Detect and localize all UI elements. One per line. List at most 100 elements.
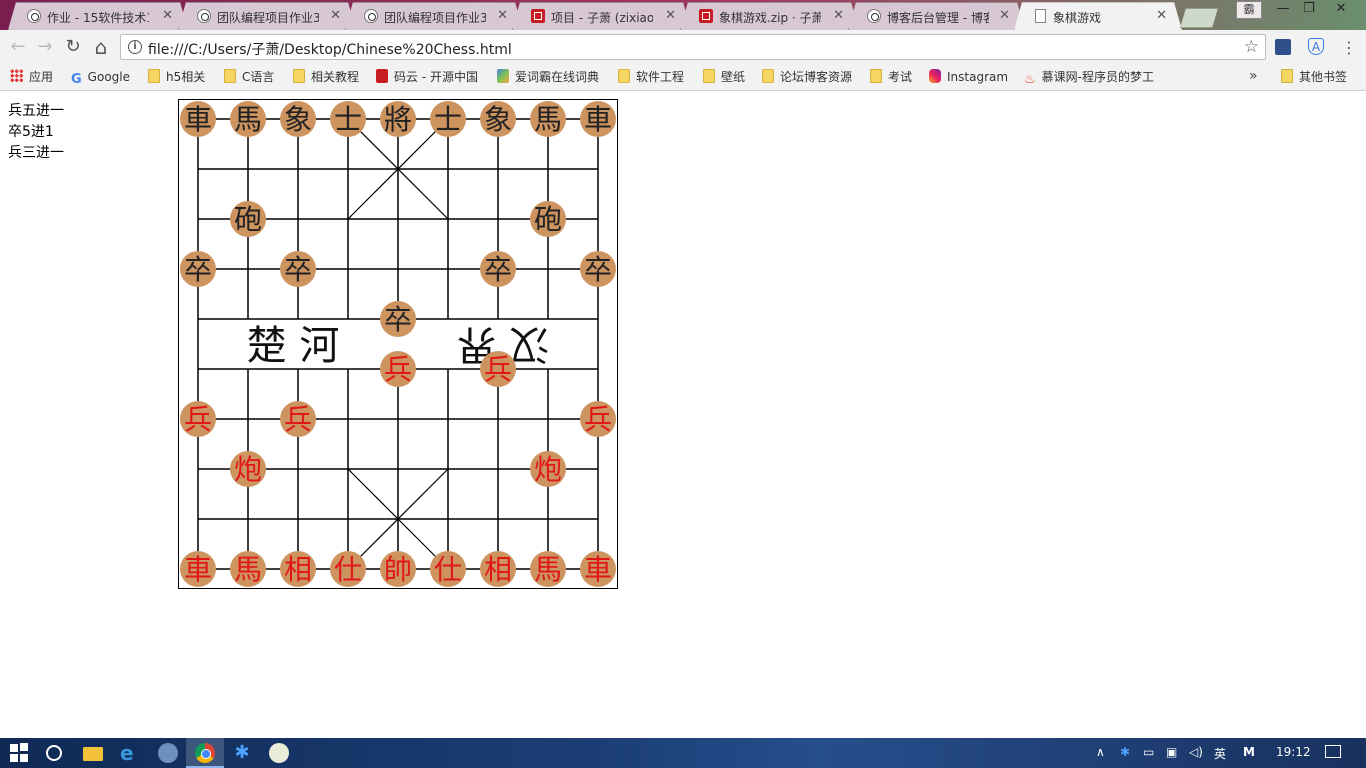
back-button[interactable]: ← xyxy=(8,37,28,57)
pinned-app-icon-2[interactable] xyxy=(269,743,289,763)
chess-piece-label[interactable]: 卒 xyxy=(184,253,212,286)
chess-piece-label[interactable]: 相 xyxy=(284,553,312,586)
bookmark-item[interactable]: 相关教程 xyxy=(293,69,359,87)
input-language[interactable]: 英 xyxy=(1214,745,1226,762)
chess-piece-label[interactable]: 車 xyxy=(584,553,612,586)
chess-board[interactable]: 楚 河汉 界車馬象士將士象馬車砲 砲卒卒卒卒卒兵 兵兵兵兵炮 炮車馬相仕帥仕相馬車 xyxy=(178,99,618,589)
url-text[interactable]: file:///C:/Users/子萧/Desktop/Chinese%20Ch… xyxy=(148,39,512,59)
menu-icon[interactable]: ⋮ xyxy=(1341,38,1357,57)
chess-piece-label[interactable]: 兵 xyxy=(284,403,312,436)
chess-piece-label[interactable]: 象 xyxy=(284,103,312,136)
browser-tab[interactable]: 作业 - 15软件技术1 ✕ xyxy=(8,2,188,30)
bookmark-label: 考试 xyxy=(888,70,913,84)
bookmark-item[interactable]: h5相关 xyxy=(148,69,205,87)
profile-button[interactable]: 霸 xyxy=(1236,1,1262,19)
chess-piece-label[interactable]: 士 xyxy=(434,103,462,136)
bookmark-label: Instagram xyxy=(947,70,1009,84)
action-center-icon[interactable] xyxy=(1325,745,1341,758)
windows-start-icon[interactable] xyxy=(10,743,30,763)
adblock-extension-icon[interactable]: A xyxy=(1308,38,1324,55)
chess-piece-label[interactable]: 象 xyxy=(484,103,512,136)
close-window-button[interactable]: ✕ xyxy=(1326,0,1356,18)
chess-piece-label[interactable]: 兵 xyxy=(584,403,612,436)
chess-piece-label[interactable]: 帥 xyxy=(384,553,412,586)
chess-piece-label[interactable]: 砲 xyxy=(234,203,262,236)
bookmark-item[interactable]: 论坛博客资源 xyxy=(762,69,852,87)
chess-piece-label[interactable]: 卒 xyxy=(284,253,312,286)
browser-tab[interactable]: 团队编程项目作业3 ✕ xyxy=(178,2,356,30)
chess-piece-label[interactable]: 車 xyxy=(584,103,612,136)
clock[interactable]: 19:12 xyxy=(1276,745,1311,759)
chess-piece-label[interactable]: 炮 xyxy=(234,453,262,486)
chess-piece-label[interactable]: 砲 xyxy=(534,203,562,236)
chess-piece-label[interactable]: 將 xyxy=(384,103,412,136)
forward-button[interactable]: → xyxy=(35,37,55,57)
chess-piece-label[interactable]: 馬 xyxy=(534,553,562,586)
file-explorer-icon[interactable] xyxy=(83,747,103,761)
folder-icon xyxy=(703,69,715,83)
chess-piece-label[interactable]: 士 xyxy=(334,103,362,136)
chess-piece-label[interactable]: 馬 xyxy=(234,553,262,586)
bookmark-item[interactable]: G Google xyxy=(71,69,130,87)
folder-icon xyxy=(148,69,160,83)
chess-piece-label[interactable]: 車 xyxy=(184,553,212,586)
chess-piece-label[interactable]: 兵 xyxy=(184,403,212,436)
cortana-search-icon[interactable] xyxy=(46,745,62,761)
reload-button[interactable]: ↻ xyxy=(63,37,83,57)
ime-mode-icon[interactable]: M xyxy=(1243,745,1255,759)
bookmark-item[interactable]: 考试 xyxy=(870,69,912,87)
tab-close-icon[interactable]: ✕ xyxy=(833,8,844,23)
browser-tab[interactable]: 象棋游戏.zip · 子萧/ ✕ xyxy=(680,2,859,30)
chess-piece-label[interactable]: 仕 xyxy=(434,553,462,586)
more-bookmarks-button[interactable]: » xyxy=(1249,68,1258,84)
pinned-app-icon[interactable]: ✱ xyxy=(232,743,252,763)
chess-piece-label[interactable]: 炮 xyxy=(534,453,562,486)
battery-icon[interactable]: ▭ xyxy=(1143,745,1154,759)
browser-tab[interactable]: 团队编程项目作业3 ✕ xyxy=(345,2,523,30)
volume-icon[interactable]: ◁) xyxy=(1189,745,1203,759)
new-tab-button[interactable] xyxy=(1180,8,1218,28)
tab-close-icon[interactable]: ✕ xyxy=(497,8,508,23)
bookmark-item[interactable]: C语言 xyxy=(224,69,274,87)
show-hidden-icons-button[interactable]: ∧ xyxy=(1096,745,1105,759)
browser-tab[interactable]: 项目 - 子萧 (zixiao) ✕ xyxy=(512,2,691,30)
chess-piece-label[interactable]: 卒 xyxy=(484,253,512,286)
tab-close-icon[interactable]: ✕ xyxy=(1156,8,1167,23)
info-icon[interactable]: i xyxy=(128,40,142,54)
chrome-icon[interactable] xyxy=(195,743,215,763)
chess-piece-label[interactable]: 卒 xyxy=(584,253,612,286)
maximize-button[interactable]: ❐ xyxy=(1296,0,1322,18)
chess-piece-label[interactable]: 馬 xyxy=(534,103,562,136)
extension-icon[interactable] xyxy=(1275,39,1291,55)
bookmark-item[interactable]: 应用 xyxy=(10,69,53,87)
bookmark-item[interactable]: Instagram xyxy=(929,69,1008,87)
chess-piece-label[interactable]: 相 xyxy=(484,553,512,586)
chess-piece-label[interactable]: 兵 xyxy=(484,353,512,386)
tab-close-icon[interactable]: ✕ xyxy=(665,8,676,23)
bookmark-star-icon[interactable]: ☆ xyxy=(1244,37,1259,57)
gitee-icon xyxy=(531,9,545,23)
bookmark-item[interactable]: 爱词霸在线词典 xyxy=(497,69,599,87)
other-bookmarks[interactable]: 其他书签 xyxy=(1281,69,1347,87)
browser-tab[interactable]: 博客后台管理 - 博客 ✕ xyxy=(848,2,1025,30)
chess-piece-label[interactable]: 兵 xyxy=(384,353,412,386)
minimize-button[interactable]: — xyxy=(1270,0,1296,18)
bookmark-item[interactable]: 码云 - 开源中国 xyxy=(376,69,478,87)
bluetooth-tray-icon[interactable]: ✱ xyxy=(1120,745,1130,759)
tab-close-icon[interactable]: ✕ xyxy=(330,8,341,23)
network-icon[interactable]: ▣ xyxy=(1166,745,1177,759)
browser-tab[interactable]: 象棋游戏 ✕ xyxy=(1014,2,1182,30)
chess-piece-label[interactable]: 車 xyxy=(184,103,212,136)
tab-close-icon[interactable]: ✕ xyxy=(999,8,1010,23)
address-bar[interactable]: i file:///C:/Users/子萧/Desktop/Chinese%20… xyxy=(120,34,1266,60)
home-button[interactable]: ⌂ xyxy=(91,37,111,57)
bookmark-item[interactable]: 壁纸 xyxy=(703,69,745,87)
bookmark-item[interactable]: ♨ 慕课网-程序员的梦工厂 xyxy=(1024,69,1154,87)
chess-piece-label[interactable]: 仕 xyxy=(334,553,362,586)
chrome-app-icon[interactable] xyxy=(158,743,178,763)
chess-piece-label[interactable]: 卒 xyxy=(384,303,412,336)
chess-piece-label[interactable]: 馬 xyxy=(234,103,262,136)
edge-browser-icon[interactable]: e xyxy=(120,743,140,763)
tab-close-icon[interactable]: ✕ xyxy=(162,8,173,23)
bookmark-item[interactable]: 软件工程 xyxy=(618,69,684,87)
